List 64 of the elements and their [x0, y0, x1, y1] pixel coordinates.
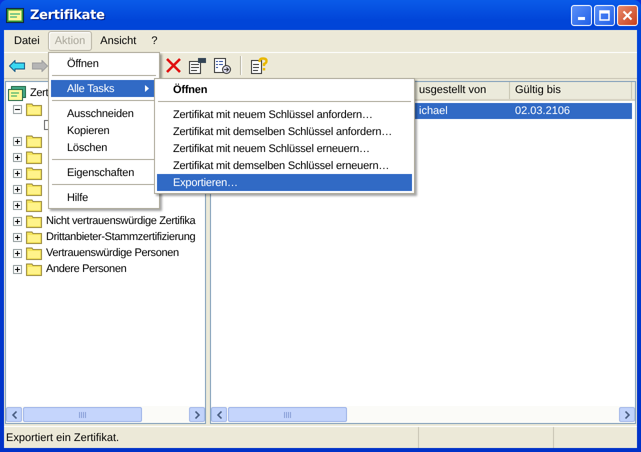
- scroll-left-button[interactable]: [211, 407, 227, 422]
- export-icon[interactable]: [213, 58, 231, 74]
- menu-item[interactable]: Öffnen: [51, 55, 157, 72]
- tree-item[interactable]: Nicht vertrauenswürdige Zertifika: [44, 215, 198, 227]
- menu-bar-item[interactable]: Datei: [7, 31, 47, 51]
- expand-icon[interactable]: [13, 264, 22, 274]
- expand-icon[interactable]: [13, 136, 22, 146]
- minimize-button[interactable]: [571, 4, 592, 26]
- folder-icon: [26, 246, 42, 260]
- expand-icon[interactable]: [13, 248, 22, 258]
- menu-bar-item[interactable]: ?: [144, 31, 164, 51]
- scroll-left-button[interactable]: [6, 407, 22, 422]
- expand-icon[interactable]: [13, 152, 22, 162]
- delete-icon[interactable]: [166, 58, 181, 73]
- folder-icon: [26, 262, 42, 276]
- menu-item[interactable]: Zertifikat mit demselben Schlüssel erneuern…: [157, 157, 412, 174]
- expand-icon[interactable]: [13, 200, 22, 210]
- menu-item[interactable]: Eigenschaften: [51, 164, 157, 181]
- column-header[interactable]: Gültig bis: [510, 82, 632, 99]
- menu-item[interactable]: Öffnen: [157, 81, 412, 98]
- folder-icon: [26, 150, 42, 164]
- minimize-icon: [578, 16, 585, 20]
- menu-item[interactable]: Kopieren: [51, 122, 157, 139]
- tree-item[interactable]: Vertrauenswürdige Personen: [44, 247, 181, 259]
- certificate-store-icon: [8, 86, 26, 100]
- menu-item[interactable]: Zertifikat mit demselben Schlüssel anfordern…: [157, 123, 412, 140]
- menu-item[interactable]: Löschen: [51, 139, 157, 156]
- expand-icon[interactable]: [13, 168, 22, 178]
- menu-item[interactable]: Exportieren…: [157, 174, 412, 191]
- back-arrow-icon[interactable]: [9, 60, 25, 72]
- menu-item[interactable]: Zertifikat mit neuem Schlüssel erneuern…: [157, 140, 412, 157]
- folder-icon: [26, 198, 42, 212]
- folder-icon: [26, 214, 42, 228]
- expand-icon[interactable]: [13, 232, 22, 242]
- menu-item[interactable]: Hilfe: [51, 189, 157, 206]
- properties-icon[interactable]: [188, 58, 206, 74]
- tree-item[interactable]: Drittanbieter-Stammzertifizierung: [44, 231, 198, 243]
- folder-icon: [26, 230, 42, 244]
- folder-icon: [26, 102, 42, 116]
- scroll-right-button[interactable]: [189, 407, 205, 422]
- certificate-store-icon: [6, 8, 24, 22]
- close-button[interactable]: [617, 4, 638, 26]
- submenu-arrow-icon: [145, 85, 149, 92]
- expand-icon[interactable]: [13, 216, 22, 226]
- close-icon: [622, 10, 633, 20]
- maximize-button[interactable]: [594, 4, 615, 26]
- table-cell[interactable]: 02.03.2106: [510, 103, 632, 119]
- menu-item[interactable]: Ausschneiden: [51, 105, 157, 122]
- maximize-icon: [599, 10, 610, 20]
- scrollbar-thumb[interactable]: [23, 407, 142, 422]
- folder-icon: [26, 166, 42, 180]
- scroll-right-button[interactable]: [619, 407, 635, 422]
- menu-item[interactable]: Alle Tasks: [51, 80, 157, 97]
- folder-icon: [26, 134, 42, 148]
- collapse-icon[interactable]: [13, 104, 22, 114]
- status-text: Exportiert ein Zertifikat.: [6, 432, 120, 444]
- expand-icon[interactable]: [13, 184, 22, 194]
- tree-item[interactable]: Zert: [28, 87, 50, 99]
- folder-icon: [26, 182, 42, 196]
- menu-bar-item[interactable]: Ansicht: [93, 31, 144, 51]
- window-title: Zertifikate: [30, 8, 105, 22]
- scrollbar-thumb[interactable]: [228, 407, 347, 422]
- tree-item[interactable]: Andere Personen: [44, 263, 128, 275]
- help-icon[interactable]: [250, 57, 268, 74]
